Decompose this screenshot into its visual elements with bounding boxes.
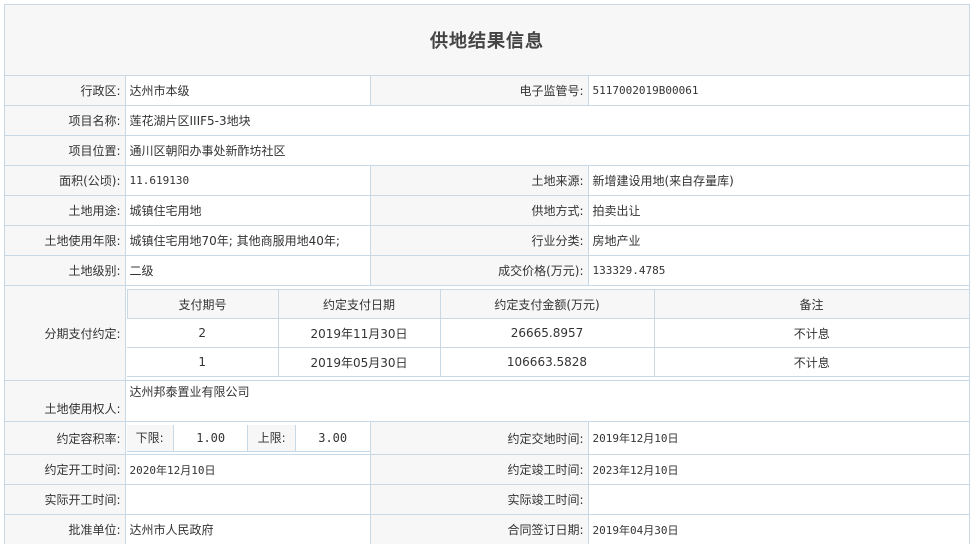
land-grade-label: 土地级别:: [5, 255, 126, 286]
note-cell: 不计息: [653, 347, 969, 377]
actual-finish-value: [587, 484, 969, 515]
project-location-label: 项目位置:: [5, 135, 126, 166]
header-note: 备注: [653, 289, 969, 319]
approval-unit-label: 批准单位:: [5, 514, 126, 544]
page-title: 供地结果信息: [430, 31, 544, 52]
row-approval-contract: 批准单位: 达州市人民政府 合同签订日期: 2019年04月30日: [5, 514, 969, 544]
actual-start-value: [124, 484, 371, 515]
amount-cell: 106663.5828: [439, 347, 655, 377]
land-source-label: 土地来源:: [369, 165, 589, 196]
header-amount: 约定支付金额(万元): [439, 289, 655, 319]
land-use-label: 土地用途:: [5, 195, 126, 226]
actual-finish-label: 实际竣工时间:: [369, 484, 589, 515]
row-start-finish: 约定开工时间: 2020年12月10日 约定竣工时间: 2023年12月10日: [5, 454, 969, 485]
row-project-name: 项目名称: 莲花湖片区IIIF5-3地块: [5, 105, 969, 136]
district-label: 行政区:: [5, 76, 126, 106]
row-project-location: 项目位置: 通川区朝阳办事处新酢坊社区: [5, 135, 969, 166]
installments-label: 分期支付约定:: [5, 285, 126, 381]
row-term-industry: 土地使用年限: 城镇住宅用地70年; 其他商服用地40年; 行业分类: 房地产业: [5, 225, 969, 256]
supply-method-label: 供地方式:: [369, 195, 589, 226]
actual-start-label: 实际开工时间:: [5, 484, 126, 515]
row-actual-times: 实际开工时间: 实际竣工时间:: [5, 484, 969, 515]
far-upper-value: 3.00: [294, 424, 369, 452]
note-cell: 不计息: [653, 318, 969, 348]
industry-value: 房地产业: [587, 225, 969, 256]
far-label: 约定容积率:: [5, 421, 126, 455]
supervision-no-label: 电子监管号:: [369, 76, 589, 106]
contract-date-label: 合同签订日期:: [369, 514, 589, 544]
period-cell: 2: [127, 318, 279, 348]
contract-date-value: 2019年04月30日: [587, 514, 969, 544]
info-table: 行政区: 达州市本级 电子监管号: 5117002019B00061 项目名称:…: [5, 76, 969, 544]
installments-table: 支付期号 约定支付日期 约定支付金额(万元) 备注 2 2019年11月30日 …: [126, 289, 969, 377]
land-grade-value: 二级: [124, 255, 371, 286]
project-name-label: 项目名称:: [5, 105, 126, 136]
delivery-time-label: 约定交地时间:: [369, 421, 589, 455]
use-term-label: 土地使用年限:: [5, 225, 126, 256]
far-cell: 下限: 1.00 上限: 3.00: [124, 421, 371, 455]
project-location-value: 通川区朝阳办事处新酢坊社区: [124, 135, 969, 166]
area-value: 11.619130: [124, 165, 371, 196]
district-value: 达州市本级: [124, 76, 371, 106]
row-installments: 分期支付约定: 支付期号 约定支付日期 约定支付金额(万元) 备注 2 2019…: [5, 285, 969, 381]
use-term-value: 城镇住宅用地70年; 其他商服用地40年;: [124, 225, 371, 256]
project-name-value: 莲花湖片区IIIF5-3地块: [124, 105, 969, 136]
row-use-method: 土地用途: 城镇住宅用地 供地方式: 拍卖出让: [5, 195, 969, 226]
land-user-label: 土地使用权人:: [5, 380, 126, 422]
deal-price-label: 成交价格(万元):: [369, 255, 589, 286]
supervision-no-value: 5117002019B00061: [587, 76, 969, 106]
finish-time-value: 2023年12月10日: [587, 454, 969, 485]
header-period: 支付期号: [126, 289, 279, 319]
approval-unit-value: 达州市人民政府: [124, 514, 371, 544]
land-user-value: 达州邦泰置业有限公司: [124, 380, 969, 422]
period-cell: 1: [127, 347, 279, 377]
supply-method-value: 拍卖出让: [587, 195, 969, 226]
industry-label: 行业分类:: [369, 225, 589, 256]
land-source-value: 新增建设用地(来自存量库): [587, 165, 969, 196]
row-land-user: 土地使用权人: 达州邦泰置业有限公司: [5, 380, 969, 422]
header-date: 约定支付日期: [277, 289, 441, 319]
title-bar: 供地结果信息: [5, 5, 969, 76]
far-range-table: 下限: 1.00 上限: 3.00: [126, 424, 369, 452]
installments-cell: 支付期号 约定支付日期 约定支付金额(万元) 备注 2 2019年11月30日 …: [124, 285, 969, 381]
result-panel: 供地结果信息 行政区: 达州市本级 电子监管号: 5117002019B0006…: [4, 4, 970, 544]
far-lower-label: 下限:: [126, 424, 174, 452]
far-upper-label: 上限:: [247, 424, 296, 452]
far-lower-value: 1.00: [172, 424, 249, 452]
date-cell: 2019年11月30日: [277, 318, 441, 348]
row-district-supervision: 行政区: 达州市本级 电子监管号: 5117002019B00061: [5, 76, 969, 106]
start-time-value: 2020年12月10日: [124, 454, 371, 485]
row-grade-price: 土地级别: 二级 成交价格(万元): 133329.4785: [5, 255, 969, 286]
table-row: 1 2019年05月30日 106663.5828 不计息: [127, 347, 969, 377]
date-cell: 2019年05月30日: [277, 347, 441, 377]
delivery-time-value: 2019年12月10日: [587, 421, 969, 455]
deal-price-value: 133329.4785: [587, 255, 969, 286]
row-far-delivery: 约定容积率: 下限: 1.00 上限: 3.00 约定交地时间: 2019年12…: [5, 421, 969, 455]
row-area-source: 面积(公顷): 11.619130 土地来源: 新增建设用地(来自存量库): [5, 165, 969, 196]
table-row: 2 2019年11月30日 26665.8957 不计息: [127, 318, 969, 348]
land-use-value: 城镇住宅用地: [124, 195, 371, 226]
amount-cell: 26665.8957: [439, 318, 655, 348]
finish-time-label: 约定竣工时间:: [369, 454, 589, 485]
start-time-label: 约定开工时间:: [5, 454, 126, 485]
installments-header-row: 支付期号 约定支付日期 约定支付金额(万元) 备注: [126, 289, 969, 319]
area-label: 面积(公顷):: [5, 165, 126, 196]
